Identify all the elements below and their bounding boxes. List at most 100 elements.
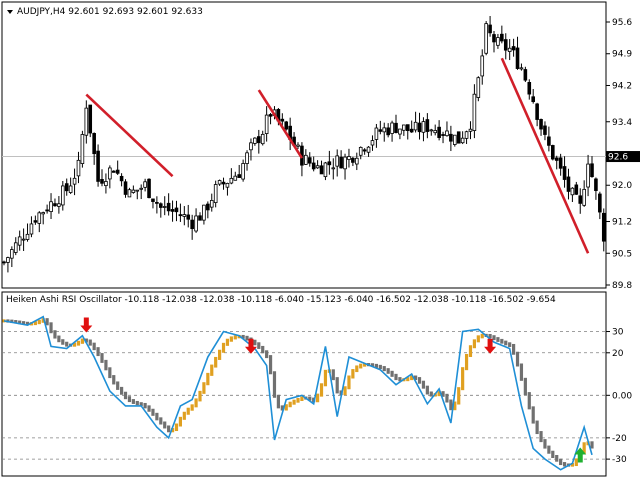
candle-body: [147, 178, 151, 199]
candle-body: [45, 209, 49, 212]
candle-body: [284, 121, 289, 130]
candle-body: [460, 137, 465, 144]
level-axis-label: -30: [612, 455, 627, 465]
candle-body: [570, 187, 575, 196]
ha-bar: [163, 421, 167, 429]
candle-body: [198, 215, 202, 221]
level-axis-label: 20: [612, 349, 624, 359]
ha-bar: [523, 377, 527, 396]
ha-bar: [559, 458, 563, 466]
candle-body: [41, 212, 45, 215]
ha-bar: [378, 364, 382, 370]
candle-body: [327, 161, 332, 166]
candle-body: [331, 167, 336, 170]
candle-body: [84, 107, 89, 136]
candle-body: [358, 146, 363, 156]
ha-bar: [65, 341, 69, 347]
ha-bar: [221, 342, 226, 353]
candle-body: [421, 121, 426, 133]
ha-bar: [547, 445, 551, 454]
ha-bar: [323, 369, 328, 387]
candle-body: [441, 134, 445, 136]
ha-bar: [155, 412, 159, 421]
price-axis-label: 94.2: [612, 81, 632, 91]
candle-body: [578, 195, 583, 204]
candle-body: [186, 214, 191, 220]
candle-body: [488, 24, 492, 34]
ha-bar: [182, 411, 186, 420]
ha-bar: [562, 462, 567, 467]
candle-body: [111, 170, 116, 173]
candle-body: [96, 150, 100, 182]
level-axis-label: 30: [612, 328, 624, 338]
indicator-panel-title: Heiken Ashi RSI Oscillator -10.118 -12.0…: [6, 295, 556, 305]
candle-body: [166, 202, 171, 212]
ha-bar: [382, 366, 386, 372]
candle-body: [562, 166, 567, 180]
ha-bar: [421, 380, 426, 389]
ha-bar: [159, 417, 163, 425]
candle-body: [241, 163, 245, 180]
candle-body: [335, 155, 339, 167]
candle-body: [445, 130, 449, 137]
ha-bar: [88, 339, 92, 346]
ha-bar: [512, 343, 516, 355]
candle-body: [33, 220, 38, 223]
current-price-tag-text: 92.6: [608, 153, 628, 163]
ha-bar: [202, 382, 206, 394]
candle-body: [496, 37, 500, 46]
candle-body: [268, 114, 273, 117]
candle-body: [503, 39, 508, 51]
ha-bar: [472, 339, 476, 349]
ha-bar: [104, 359, 108, 371]
ha-bar: [108, 367, 112, 379]
ha-bar: [359, 363, 363, 369]
candle-body: [398, 128, 402, 135]
candle-body: [405, 124, 410, 131]
ha-bar: [206, 372, 210, 386]
candle-body: [162, 206, 167, 208]
ha-bar: [425, 385, 429, 395]
candle-body: [464, 131, 469, 139]
candle-body: [523, 69, 528, 81]
ha-bar: [429, 391, 433, 397]
candle-body: [437, 126, 441, 138]
ha-bar: [112, 375, 116, 385]
candle-body: [280, 118, 285, 122]
candle-body: [402, 124, 406, 131]
candle-body: [476, 77, 481, 98]
candle-body: [515, 47, 520, 69]
candle-body: [535, 103, 539, 120]
candle-body: [452, 134, 457, 145]
ha-bar: [461, 367, 465, 391]
candle-body: [507, 47, 512, 52]
candle-body: [366, 146, 371, 153]
candle-body: [213, 184, 218, 204]
ha-bar: [492, 335, 496, 341]
candle-body: [37, 212, 42, 224]
ha-bar: [198, 390, 202, 402]
ha-bar: [233, 335, 237, 340]
candle-body: [433, 130, 437, 134]
candle-body: [323, 162, 328, 178]
candle-body: [296, 144, 300, 147]
ha-bar: [120, 386, 124, 395]
candle-body: [472, 93, 477, 131]
candle-body: [68, 185, 73, 193]
candle-body: [480, 55, 485, 77]
candle-body: [151, 198, 155, 202]
ha-bar: [61, 339, 65, 345]
candle-body: [354, 157, 359, 165]
level-axis-label: 0.00: [612, 391, 632, 401]
candle-body: [492, 34, 496, 43]
candle-body: [2, 261, 6, 264]
candle-body: [249, 142, 253, 151]
candle-body: [76, 159, 81, 177]
ha-bar: [167, 425, 171, 433]
candle-body: [127, 189, 132, 198]
candle-body: [351, 157, 355, 163]
candle-body: [390, 122, 394, 134]
ha-bar: [496, 337, 500, 342]
candle-body: [456, 131, 461, 144]
candle-body: [558, 157, 563, 169]
